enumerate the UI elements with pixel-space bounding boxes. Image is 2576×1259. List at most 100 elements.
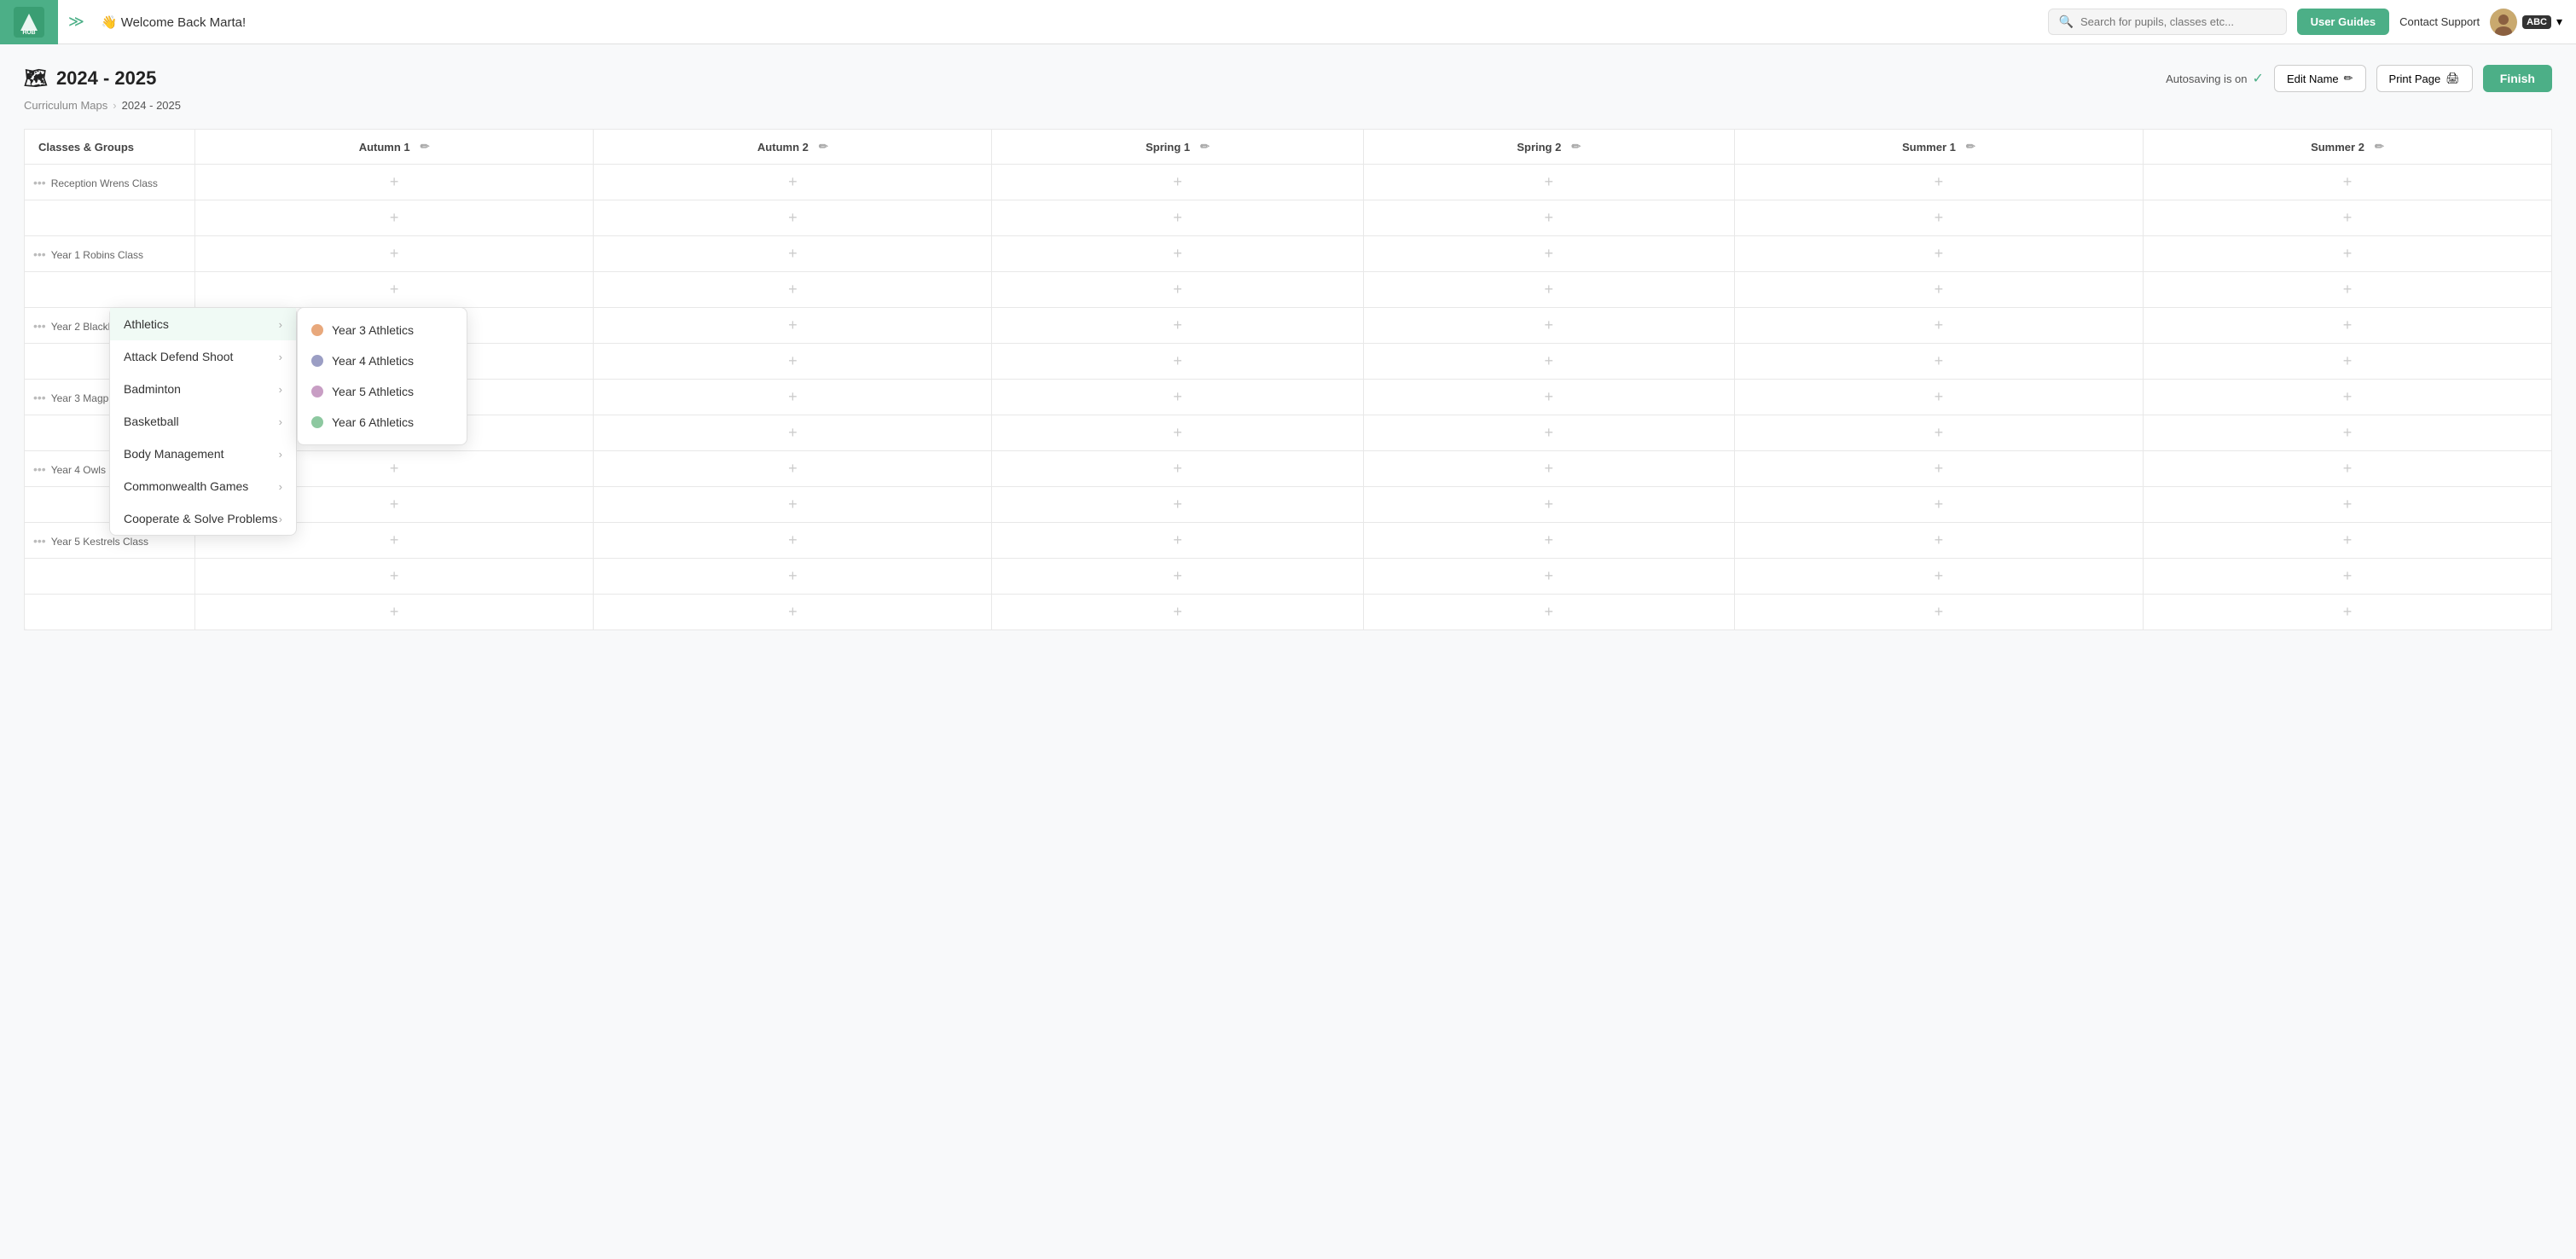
add-item-button[interactable]: + — [1935, 531, 1944, 549]
add-item-button[interactable]: + — [1545, 424, 1554, 442]
add-item-button[interactable]: + — [1545, 388, 1554, 406]
dropdown-item-athletics[interactable]: Athletics› — [110, 308, 296, 340]
add-item-button[interactable]: + — [1545, 531, 1554, 549]
add-item-button[interactable]: + — [1173, 281, 1182, 299]
add-item-button[interactable]: + — [1173, 352, 1182, 370]
add-item-button[interactable]: + — [390, 567, 399, 585]
autumn1-edit-icon[interactable]: ✏ — [421, 140, 430, 154]
submenu-item-year-4-athletics[interactable]: Year 4 Athletics — [298, 345, 467, 376]
add-item-button[interactable]: + — [1173, 388, 1182, 406]
row-menu-icon[interactable]: ••• — [33, 176, 46, 189]
add-item-button[interactable]: + — [1173, 496, 1182, 513]
add-item-button[interactable]: + — [2343, 567, 2353, 585]
add-item-button[interactable]: + — [1935, 352, 1944, 370]
add-item-button[interactable]: + — [788, 388, 798, 406]
add-item-button[interactable]: + — [1173, 245, 1182, 263]
add-item-button[interactable]: + — [788, 173, 798, 191]
add-item-button[interactable]: + — [1545, 316, 1554, 334]
add-item-button[interactable]: + — [1173, 460, 1182, 478]
add-item-button[interactable]: + — [1173, 567, 1182, 585]
add-item-button[interactable]: + — [788, 209, 798, 227]
add-item-button[interactable]: + — [390, 460, 399, 478]
search-input[interactable] — [2080, 15, 2276, 28]
dropdown-item-basketball[interactable]: Basketball› — [110, 405, 296, 438]
add-item-button[interactable]: + — [2343, 531, 2353, 549]
add-item-button[interactable]: + — [2343, 173, 2353, 191]
add-item-button[interactable]: + — [788, 567, 798, 585]
add-item-button[interactable]: + — [1545, 281, 1554, 299]
edit-name-button[interactable]: Edit Name ✏ — [2274, 65, 2366, 92]
summer2-edit-icon[interactable]: ✏ — [2375, 140, 2384, 154]
row-menu-icon[interactable]: ••• — [33, 391, 46, 404]
add-item-button[interactable]: + — [2343, 460, 2353, 478]
nav-arrows[interactable]: ≫ — [68, 13, 84, 31]
add-item-button[interactable]: + — [788, 245, 798, 263]
add-item-button[interactable]: + — [390, 531, 399, 549]
add-item-button[interactable]: + — [788, 281, 798, 299]
add-item-button[interactable]: + — [1935, 603, 1944, 621]
submenu-item-year-6-athletics[interactable]: Year 6 Athletics — [298, 407, 467, 438]
add-item-button[interactable]: + — [1935, 209, 1944, 227]
add-item-button[interactable]: + — [2343, 209, 2353, 227]
add-item-button[interactable]: + — [1935, 245, 1944, 263]
user-guides-button[interactable]: User Guides — [2297, 9, 2390, 35]
add-item-button[interactable]: + — [390, 281, 399, 299]
summer1-edit-icon[interactable]: ✏ — [1966, 140, 1976, 154]
add-item-button[interactable]: + — [1545, 603, 1554, 621]
add-item-button[interactable]: + — [1935, 388, 1944, 406]
add-item-button[interactable]: + — [788, 316, 798, 334]
contact-support-link[interactable]: Contact Support — [2399, 15, 2480, 28]
add-item-button[interactable]: + — [2343, 245, 2353, 263]
add-item-button[interactable]: + — [2343, 388, 2353, 406]
add-item-button[interactable]: + — [2343, 352, 2353, 370]
search-bar[interactable]: 🔍 — [2048, 9, 2287, 35]
add-item-button[interactable]: + — [1545, 496, 1554, 513]
row-menu-icon[interactable]: ••• — [33, 534, 46, 548]
add-item-button[interactable]: + — [1173, 316, 1182, 334]
add-item-button[interactable]: + — [1935, 173, 1944, 191]
add-item-button[interactable]: + — [1545, 460, 1554, 478]
add-item-button[interactable]: + — [788, 531, 798, 549]
add-item-button[interactable]: + — [788, 496, 798, 513]
add-item-button[interactable]: + — [2343, 281, 2353, 299]
user-menu[interactable]: ABC ▾ — [2490, 9, 2562, 36]
add-item-button[interactable]: + — [1173, 424, 1182, 442]
add-item-button[interactable]: + — [1545, 209, 1554, 227]
add-item-button[interactable]: + — [390, 173, 399, 191]
add-item-button[interactable]: + — [1545, 352, 1554, 370]
dropdown-item-badminton[interactable]: Badminton› — [110, 373, 296, 405]
submenu-item-year-3-athletics[interactable]: Year 3 Athletics — [298, 315, 467, 345]
dropdown-item-commonwealth-games[interactable]: Commonwealth Games› — [110, 470, 296, 502]
add-item-button[interactable]: + — [788, 352, 798, 370]
add-item-button[interactable]: + — [1173, 209, 1182, 227]
spring2-edit-icon[interactable]: ✏ — [1571, 140, 1581, 154]
add-item-button[interactable]: + — [1545, 567, 1554, 585]
dropdown-item-attack-defend-shoot[interactable]: Attack Defend Shoot› — [110, 340, 296, 373]
add-item-button[interactable]: + — [1935, 460, 1944, 478]
add-item-button[interactable]: + — [1935, 281, 1944, 299]
add-item-button[interactable]: + — [390, 603, 399, 621]
add-item-button[interactable]: + — [2343, 316, 2353, 334]
add-item-button[interactable]: + — [390, 209, 399, 227]
add-item-button[interactable]: + — [1173, 603, 1182, 621]
add-item-button[interactable]: + — [390, 496, 399, 513]
add-item-button[interactable]: + — [1935, 316, 1944, 334]
finish-button[interactable]: Finish — [2483, 65, 2552, 92]
add-item-button[interactable]: + — [1545, 173, 1554, 191]
add-item-button[interactable]: + — [2343, 603, 2353, 621]
row-menu-icon[interactable]: ••• — [33, 319, 46, 333]
add-item-button[interactable]: + — [390, 245, 399, 263]
add-item-button[interactable]: + — [1173, 173, 1182, 191]
add-item-button[interactable]: + — [2343, 424, 2353, 442]
submenu-item-year-5-athletics[interactable]: Year 5 Athletics — [298, 376, 467, 407]
autumn2-edit-icon[interactable]: ✏ — [819, 140, 828, 154]
row-menu-icon[interactable]: ••• — [33, 462, 46, 476]
print-page-button[interactable]: Print Page 🖨 — [2376, 65, 2473, 92]
add-item-button[interactable]: + — [1935, 567, 1944, 585]
spring1-edit-icon[interactable]: ✏ — [1200, 140, 1210, 154]
add-item-button[interactable]: + — [2343, 496, 2353, 513]
add-item-button[interactable]: + — [1935, 424, 1944, 442]
add-item-button[interactable]: + — [1545, 245, 1554, 263]
dropdown-item-body-management[interactable]: Body Management› — [110, 438, 296, 470]
dropdown-item-cooperate-&-solve-problems[interactable]: Cooperate & Solve Problems› — [110, 502, 296, 535]
